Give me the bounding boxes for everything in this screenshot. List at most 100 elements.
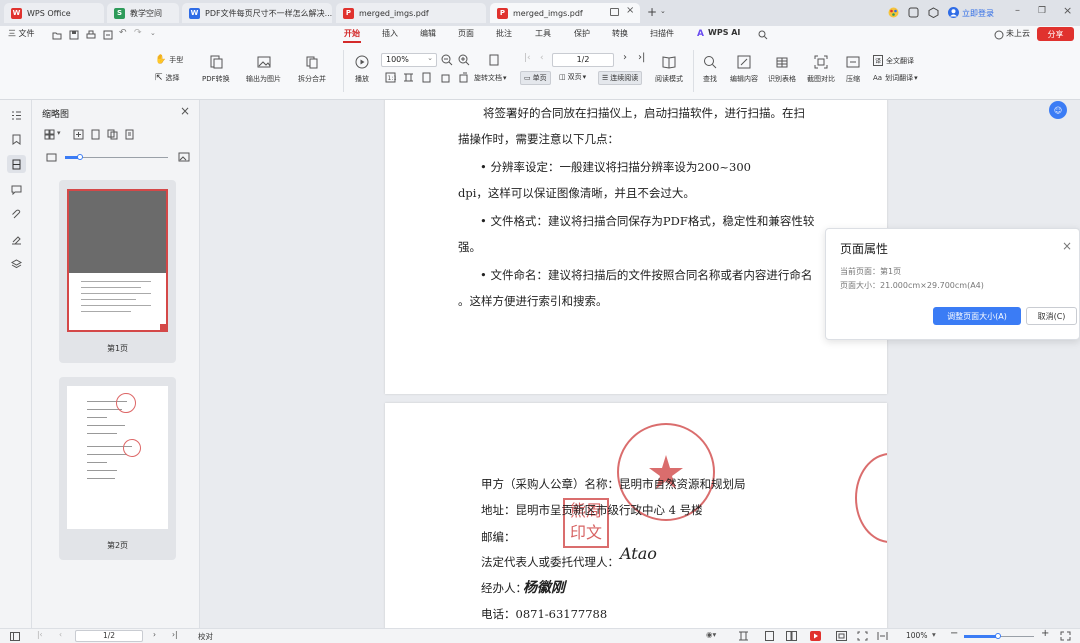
double-view-icon[interactable] [786, 631, 797, 641]
compress-button[interactable]: 压缩 [846, 55, 860, 84]
eye-icon[interactable]: ◉▾ [706, 630, 716, 639]
proofread-button[interactable]: 校对 [198, 631, 213, 642]
large-image-icon[interactable] [178, 151, 190, 163]
signature-icon[interactable] [11, 234, 22, 245]
prev-page-icon[interactable]: ‹ [540, 53, 544, 63]
adjust-page-size-button[interactable]: 调整页面大小(A) [933, 307, 1021, 325]
export-icon[interactable] [103, 30, 113, 40]
menu-scan[interactable]: 扫描件 [650, 28, 674, 42]
zoom-out-button[interactable]: − [950, 628, 958, 639]
zoom-in-button[interactable]: + [1041, 628, 1049, 639]
menu-insert[interactable]: 插入 [382, 28, 398, 42]
page-number-input[interactable]: 1/2 [552, 53, 614, 67]
restore-icon[interactable]: ❐ [1038, 6, 1046, 16]
share-button[interactable]: 分享 [1037, 27, 1074, 41]
prev-page-icon[interactable]: ‹ [59, 630, 62, 639]
first-page-icon[interactable]: |‹ [524, 53, 531, 63]
close-window-icon[interactable]: × [1063, 4, 1072, 17]
chevron-down-icon[interactable]: ▾ [57, 129, 61, 137]
rotate-right-icon[interactable] [458, 72, 469, 83]
cancel-button[interactable]: 取消(C) [1026, 307, 1077, 325]
thumbnail-page-1[interactable]: 第1页 [59, 180, 176, 363]
fit-page-icon[interactable] [421, 72, 432, 83]
first-page-icon[interactable]: |‹ [37, 630, 43, 639]
user-avatar-icon[interactable] [948, 7, 959, 18]
menu-edit[interactable]: 编辑 [420, 28, 436, 42]
new-tab-icon[interactable]: + [647, 5, 657, 19]
tab-wps-office[interactable]: W WPS Office [4, 3, 104, 23]
chevron-down-icon[interactable]: ⌄ [150, 29, 156, 37]
dialog-close-icon[interactable]: × [1062, 239, 1072, 253]
fullscreen-icon[interactable] [857, 631, 868, 641]
save-icon[interactable] [69, 30, 79, 40]
small-image-icon[interactable] [46, 152, 57, 163]
chevron-down-icon[interactable]: ▾ [932, 630, 936, 639]
last-page-icon[interactable]: ›| [172, 630, 178, 639]
grid-view-icon[interactable] [44, 129, 55, 140]
recognize-table-button[interactable]: 识别表格 [768, 55, 796, 84]
play-button[interactable]: 播放 [355, 55, 369, 84]
menu-protect[interactable]: 保护 [574, 28, 590, 42]
select-tool-button[interactable]: ⇱ 选择 [155, 73, 180, 83]
actual-size-icon[interactable]: 1:1 [385, 72, 396, 83]
palette-icon[interactable] [888, 7, 899, 18]
reading-mode-button[interactable]: 阅读模式 [655, 55, 683, 84]
zoom-out-icon[interactable] [441, 54, 453, 66]
close-panel-icon[interactable]: × [180, 104, 190, 118]
play-icon[interactable] [810, 631, 821, 641]
cloud-status[interactable]: 未上云 [1006, 28, 1030, 42]
tab-merged-pdf-1[interactable]: P merged_imgs.pdf [336, 3, 486, 23]
minimize-icon[interactable]: – [1015, 5, 1020, 16]
zoom-slider-handle[interactable] [995, 633, 1001, 639]
rotate-left-icon[interactable] [440, 72, 451, 83]
continuous-reading-button[interactable]: ☰ 连续阅读 [598, 71, 643, 85]
delete-page-icon[interactable] [90, 129, 101, 140]
layers-icon[interactable] [11, 259, 22, 270]
cube-icon[interactable] [928, 7, 939, 18]
tab-merged-pdf-active[interactable]: P merged_imgs.pdf × [490, 3, 640, 23]
rotate-doc-button[interactable]: 旋转文档 ▾ [474, 73, 507, 83]
open-folder-icon[interactable] [52, 30, 62, 40]
login-link[interactable]: 立即登录 [962, 8, 994, 19]
fit-width-icon[interactable] [403, 72, 414, 83]
file-menu[interactable]: 三 文件 [8, 28, 35, 42]
search-icon[interactable] [758, 30, 768, 40]
document-icon[interactable] [488, 54, 500, 66]
thumb-size-handle[interactable] [77, 154, 83, 160]
copy-page-icon[interactable] [107, 129, 118, 140]
zoom-select[interactable]: 100% ⌄ [381, 53, 437, 67]
ai-assistant-icon[interactable]: ☺ [1049, 101, 1067, 119]
pin-icon[interactable] [610, 8, 619, 16]
continuous-view-icon[interactable] [738, 631, 749, 641]
zoom-in-icon[interactable] [458, 54, 470, 66]
insert-page-icon[interactable] [73, 129, 84, 140]
menu-convert[interactable]: 转换 [612, 28, 628, 42]
next-page-icon[interactable]: › [153, 630, 156, 639]
double-page-button[interactable]: ◫ 双页 ▾ [559, 72, 586, 82]
menu-wps-ai[interactable]: WPS AI [708, 28, 740, 42]
close-tab-icon[interactable]: × [626, 5, 634, 16]
single-page-button[interactable]: ▭ 单页 [520, 71, 551, 85]
menu-page[interactable]: 页面 [458, 28, 474, 42]
menu-annotate[interactable]: 批注 [496, 28, 512, 42]
attachment-icon[interactable] [11, 209, 22, 220]
redo-icon[interactable]: ↷ [134, 28, 142, 38]
bookmark-icon[interactable] [11, 134, 22, 145]
undo-icon[interactable]: ↶ [119, 28, 127, 38]
find-button[interactable]: 查找 [703, 55, 717, 84]
thumbnail-icon[interactable] [11, 159, 22, 170]
window-icon[interactable] [908, 7, 919, 18]
document-view[interactable]: 将签署好的合同放在扫描仪上，启动扫描软件，进行扫描。在扫 描操作时，需要注意以下… [201, 100, 1080, 628]
fit-page-icon[interactable] [836, 631, 847, 641]
expand-icon[interactable] [1060, 631, 1071, 641]
screenshot-compare-button[interactable]: 截图对比 [807, 55, 835, 84]
last-page-icon[interactable]: ›| [638, 52, 645, 63]
tab-teaching-space[interactable]: S 教学空间 [107, 3, 179, 23]
tab-doc-question[interactable]: W PDF文件每页尺寸不一样怎么解决... [182, 3, 332, 23]
full-translate-button[interactable]: 译 全文翻译 [873, 55, 914, 66]
menu-start[interactable]: 开始 [344, 28, 360, 42]
sidebar-toggle-icon[interactable] [10, 632, 20, 641]
comment-icon[interactable] [11, 184, 22, 195]
hand-tool-button[interactable]: ✋ 手型 [155, 55, 183, 65]
next-page-icon[interactable]: › [623, 52, 627, 63]
